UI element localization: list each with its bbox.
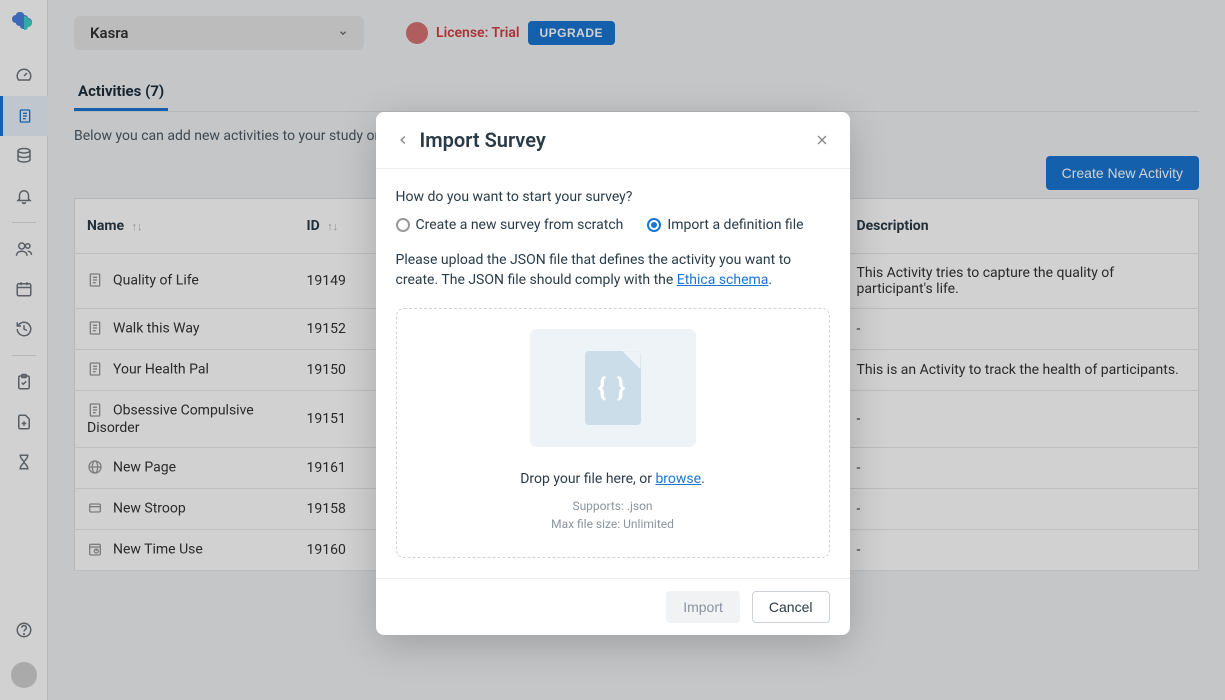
modal-title: Import Survey: [420, 128, 546, 152]
radio-group: Create a new survey from scratch Import …: [396, 217, 830, 233]
modal-body: How do you want to start your survey? Cr…: [376, 169, 850, 578]
modal-footer: Import Cancel: [376, 578, 850, 635]
chevron-left-icon: [396, 133, 410, 147]
modal-question: How do you want to start your survey?: [396, 189, 830, 205]
json-file-icon: { }: [585, 351, 641, 425]
schema-link[interactable]: Ethica schema: [677, 272, 769, 288]
close-button[interactable]: [814, 132, 830, 148]
drop-text: Drop your file here, or browse.: [417, 471, 809, 487]
radio-import[interactable]: Import a definition file: [647, 217, 803, 233]
file-dropzone[interactable]: { } Drop your file here, or browse. Supp…: [396, 308, 830, 558]
radio-icon: [396, 218, 410, 232]
upload-instructions: Please upload the JSON file that defines…: [396, 251, 830, 290]
back-button[interactable]: [396, 133, 410, 147]
radio-icon: [647, 218, 661, 232]
close-icon: [814, 132, 830, 148]
file-illustration: { }: [530, 329, 696, 447]
modal-header: Import Survey: [376, 112, 850, 169]
import-button[interactable]: Import: [666, 591, 740, 623]
cancel-button[interactable]: Cancel: [752, 591, 830, 623]
import-survey-modal: Import Survey How do you want to start y…: [376, 112, 850, 635]
radio-scratch[interactable]: Create a new survey from scratch: [396, 217, 624, 233]
supports-text: Supports: .json Max file size: Unlimited: [417, 497, 809, 533]
modal-overlay: Import Survey How do you want to start y…: [0, 0, 1225, 700]
browse-link[interactable]: browse: [655, 471, 701, 487]
